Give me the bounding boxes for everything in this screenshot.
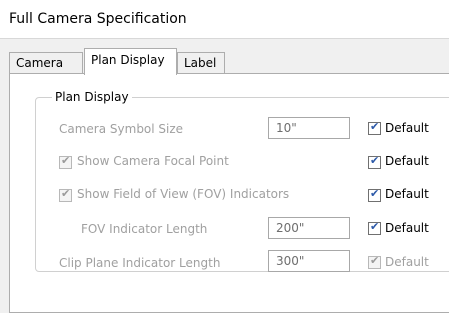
focal-point-label: Show Camera Focal Point xyxy=(77,154,229,168)
focal-point-default-label: Default xyxy=(385,154,429,168)
tab-strip: Camera Plan Display Label xyxy=(0,38,449,75)
clip-plane-default-label: Default xyxy=(385,255,429,269)
fov-default-label: Default xyxy=(385,187,429,201)
focal-point-default-checkbox[interactable] xyxy=(368,154,381,169)
clip-plane-label: Clip Plane Indicator Length xyxy=(59,256,221,270)
symbol-size-default-checkbox[interactable] xyxy=(368,120,381,135)
clip-plane-default-checkbox[interactable] xyxy=(368,254,381,269)
dialog-titlebar: Full Camera Specification xyxy=(0,0,449,39)
tab-plan-display[interactable]: Plan Display xyxy=(84,48,177,75)
symbol-size-field[interactable]: 10" xyxy=(268,117,350,139)
fov-length-default-checkbox[interactable] xyxy=(368,220,381,235)
fov-default-checkbox[interactable] xyxy=(368,187,381,202)
symbol-size-label: Camera Symbol Size xyxy=(59,122,184,136)
fov-label: Show Field of View (FOV) Indicators xyxy=(77,187,290,201)
focal-point-checkbox[interactable] xyxy=(59,154,72,169)
clip-plane-field[interactable]: 300" xyxy=(268,250,350,272)
tab-label[interactable]: Label xyxy=(177,52,225,73)
fov-length-label: FOV Indicator Length xyxy=(81,222,208,236)
group-label: Plan Display xyxy=(52,90,132,104)
symbol-size-default-label: Default xyxy=(385,121,429,135)
dialog-title: Full Camera Specification xyxy=(9,11,187,27)
fov-checkbox[interactable] xyxy=(59,187,72,202)
tab-camera[interactable]: Camera xyxy=(9,52,83,73)
fov-length-default-label: Default xyxy=(385,221,429,235)
fov-length-field[interactable]: 200" xyxy=(268,217,350,239)
